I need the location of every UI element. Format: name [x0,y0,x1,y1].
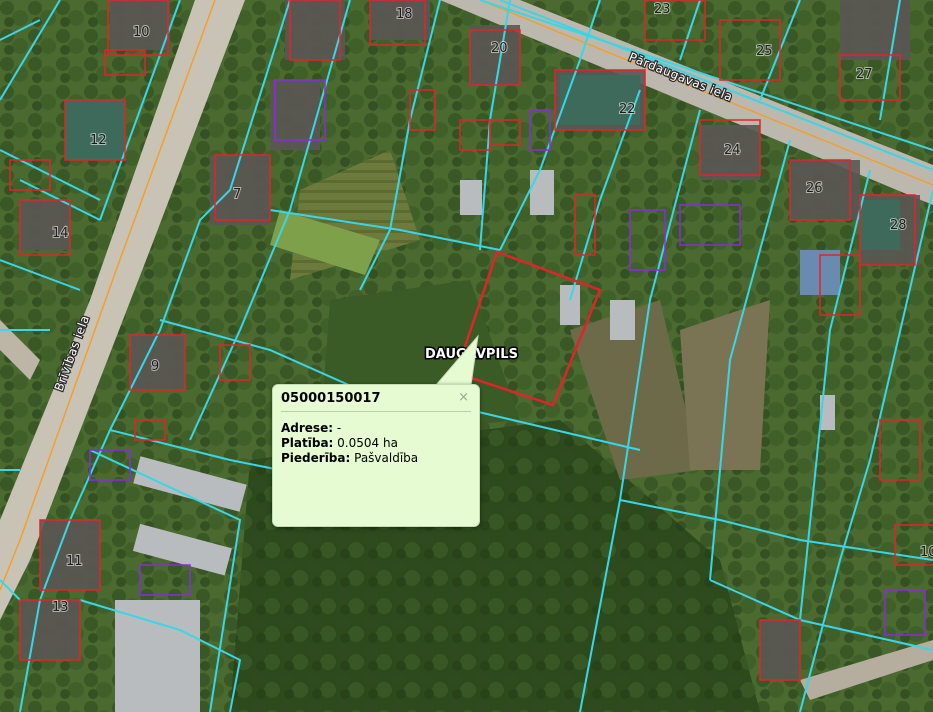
house-number: 25 [756,44,773,59]
area-value: 0.0504 ha [337,436,398,450]
close-icon[interactable]: × [458,390,469,405]
parcel-info-popup: 05000150017 × Adrese: - Platība: 0.0504 … [272,384,480,527]
house-number: 12 [90,133,107,148]
ownership-row: Piederība: Pašvaldība [281,451,471,466]
house-number: 27 [856,67,873,82]
house-number: 7 [233,187,241,202]
ownership-label: Piederība: [281,451,351,465]
house-number: 9 [151,359,159,374]
aerial-map: Pārdaugavas iela Brīvības iela 10 18 23 … [0,0,933,712]
area-label: Platība: [281,436,334,450]
parcel-details: Adrese: - Platība: 0.0504 ha Piederība: … [281,421,471,466]
house-number: 18 [396,7,413,22]
house-number: 23 [654,2,671,17]
map-view[interactable]: Pārdaugavas iela Brīvības iela 10 18 23 … [0,0,933,712]
house-number: 26 [806,181,823,196]
house-number: 24 [724,143,741,158]
area-row: Platība: 0.0504 ha [281,436,471,451]
house-number: 22 [619,102,636,117]
address-label: Adrese: [281,421,334,435]
house-number: 14 [52,226,69,241]
house-number: 20 [491,41,508,56]
house-number: 11 [66,554,83,569]
address-row: Adrese: - [281,421,471,436]
house-number: 10 [133,25,150,40]
parcel-cadastre-number: 05000150017 [281,391,471,412]
ownership-value: Pašvaldība [354,451,419,465]
house-number: 13 [52,600,69,615]
house-number: 10 [920,545,933,560]
house-number: 28 [890,218,907,233]
address-value: - [336,421,342,435]
